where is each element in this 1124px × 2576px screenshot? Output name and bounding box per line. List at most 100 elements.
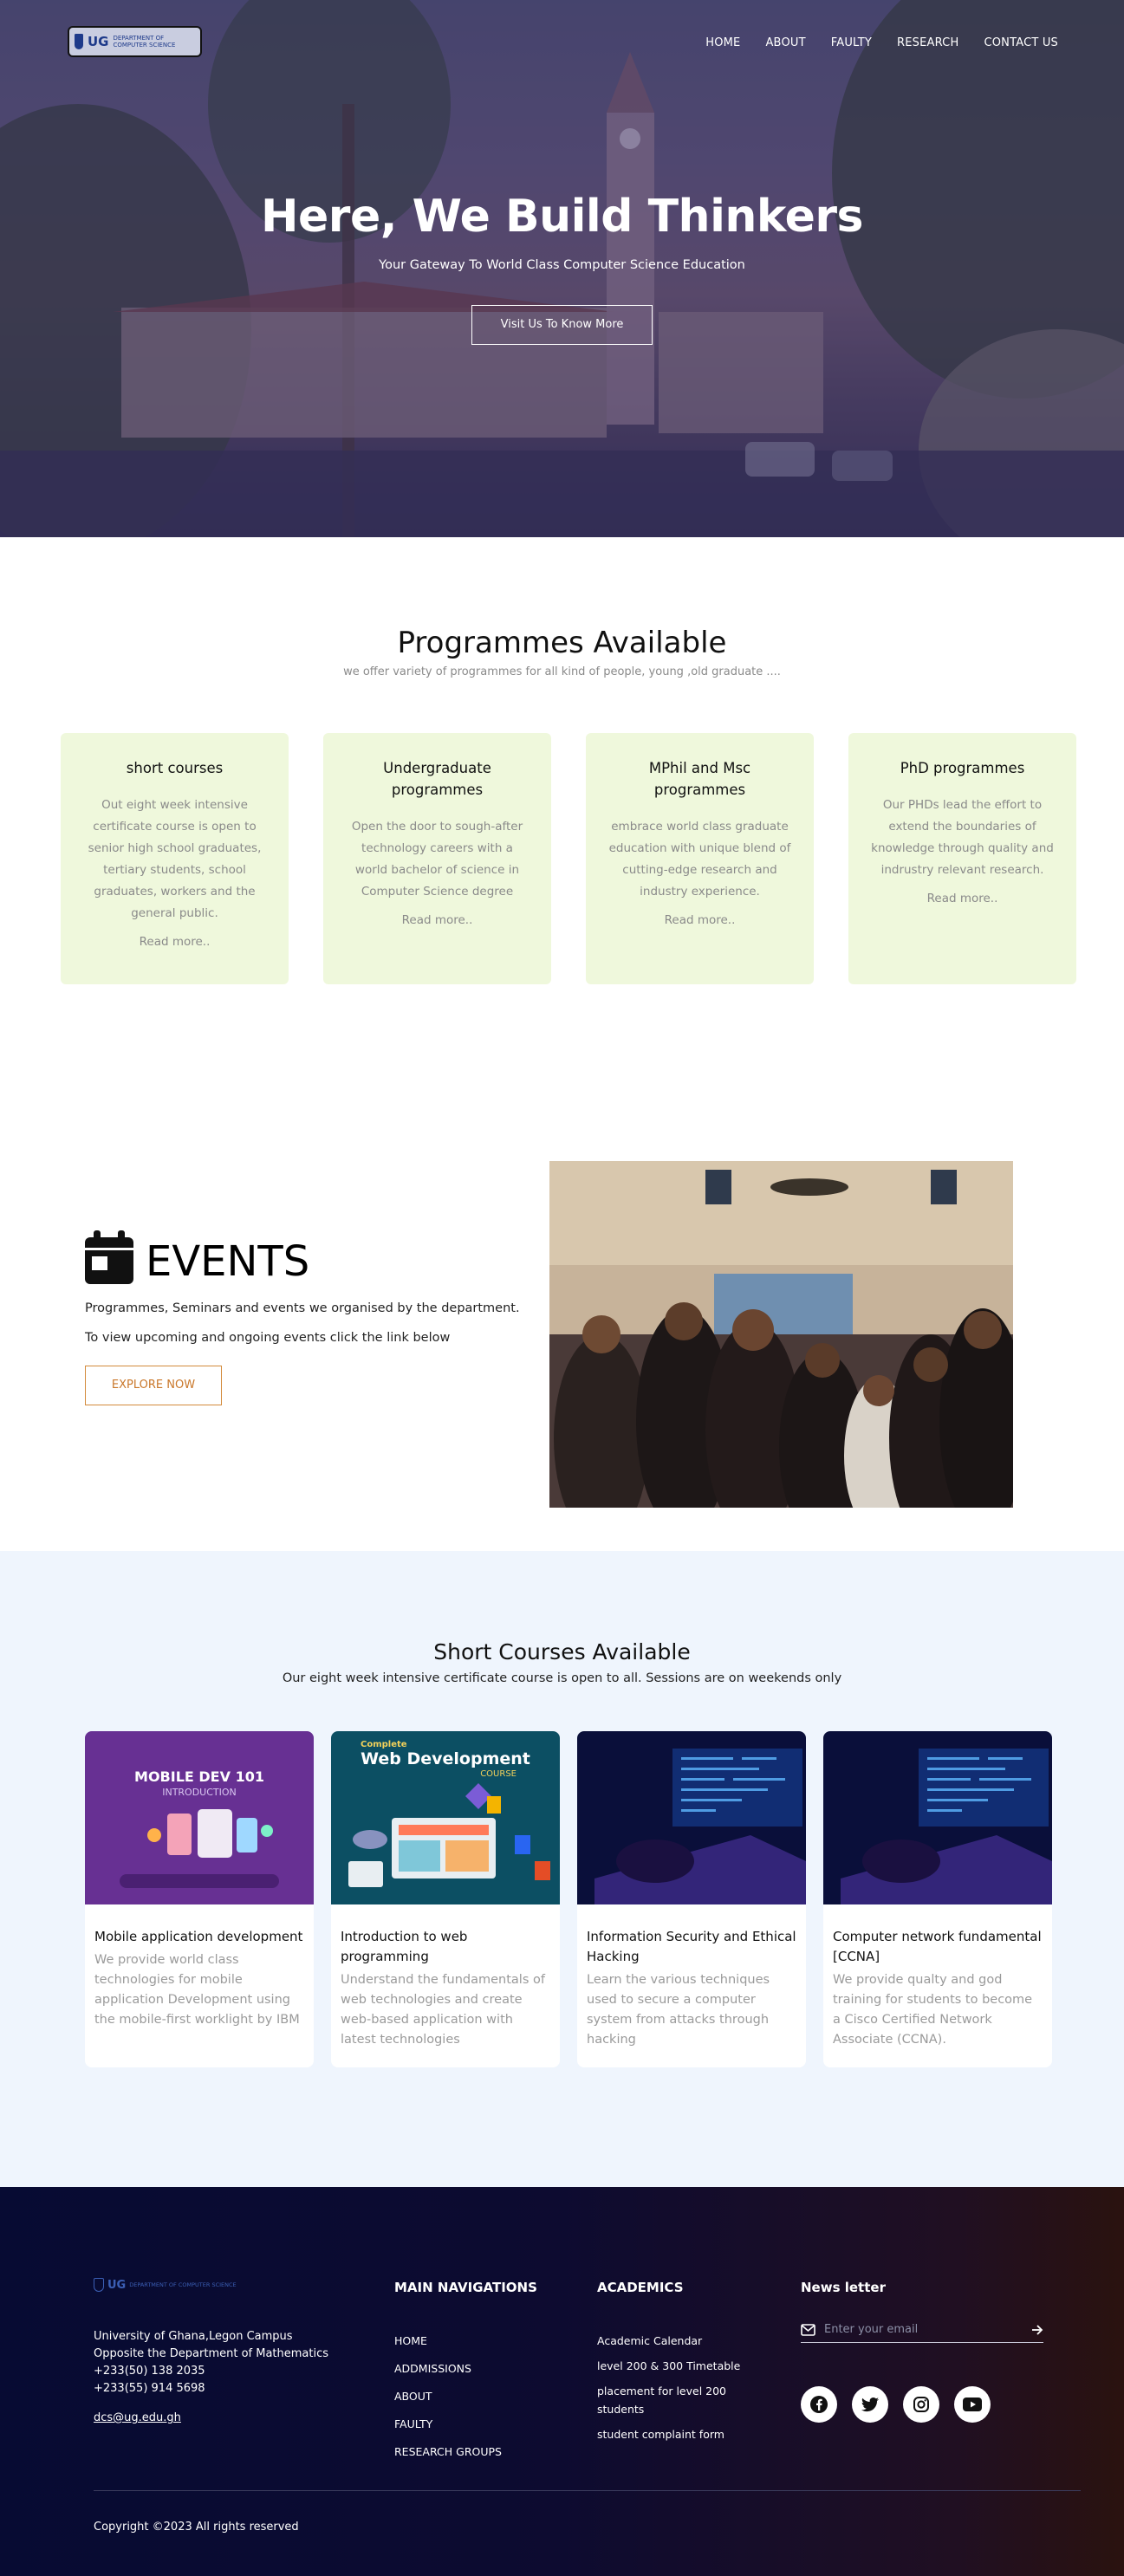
footer-logo-text: UG — [107, 2278, 127, 2292]
read-more-link[interactable]: Read more.. — [608, 913, 791, 927]
timetable-link[interactable]: level 200 & 300 Timetable — [597, 2359, 740, 2372]
thumb-title: Web Development — [361, 1749, 530, 1768]
programme-card-text: Out eight week intensive certificate cou… — [88, 798, 262, 920]
visit-us-button[interactable]: Visit Us To Know More — [471, 305, 653, 345]
course-title: Mobile application development — [94, 1929, 303, 1944]
programme-card-title: PhD programmes — [900, 760, 1025, 776]
programme-card-text: embrace world class graduate education w… — [608, 820, 791, 899]
footer-email-link[interactable]: dcs@ug.edu.gh — [94, 2411, 181, 2424]
events-heading: EVENTS — [85, 1230, 553, 1284]
mobile-dev-thumbnail: MOBILE DEV 101 INTRODUCTION — [85, 1731, 314, 1904]
twitter-icon[interactable] — [852, 2386, 888, 2423]
web-dev-thumbnail: Complete Web Development COURSE — [331, 1731, 560, 1904]
course-description: We provide world class technologies for … — [94, 1953, 300, 2027]
security-thumbnail — [577, 1731, 806, 1904]
read-more-link[interactable]: Read more.. — [83, 935, 266, 949]
events-title: EVENTS — [146, 1237, 310, 1286]
logo-text: UG — [87, 33, 109, 49]
read-more-link[interactable]: Read more.. — [346, 913, 529, 927]
events-instruction: To view upcoming and ongoing events clic… — [85, 1331, 451, 1345]
nav-menu: HOME ABOUT FAULTY RESEARCH CONTACT US — [705, 33, 1058, 49]
network-thumbnail — [823, 1731, 1052, 1904]
programme-card-mphil-msc: MPhil and Msc programmes embrace world c… — [586, 733, 814, 984]
logo-subtext: DEPARTMENT OF COMPUTER SCIENCE — [113, 34, 176, 49]
footer-home-link[interactable]: HOME — [394, 2334, 427, 2347]
footer-nav-title: MAIN NAVIGATIONS — [394, 2280, 537, 2295]
programmes-title: Programmes Available — [397, 626, 727, 660]
site-logo[interactable]: UG DEPARTMENT OF COMPUTER SCIENCE — [68, 25, 202, 57]
footer-academics-title: ACADEMICS — [597, 2280, 684, 2295]
nav-contact-link[interactable]: CONTACT US — [984, 36, 1058, 49]
phone-number: +233(55) 914 5698 — [94, 2382, 205, 2395]
thumb-subtitle: COURSE — [480, 1769, 517, 1779]
youtube-icon[interactable] — [954, 2386, 991, 2423]
course-card-ccna[interactable]: Computer network fundamental [CCNA] We p… — [823, 1731, 1052, 2067]
short-courses-title: Short Courses Available — [433, 1639, 691, 1664]
course-card-mobile[interactable]: MOBILE DEV 101 INTRODUCTION Mobile appli… — [85, 1731, 314, 2067]
address-line: Opposite the Department of Mathematics — [94, 2347, 329, 2360]
newsletter-form — [801, 2317, 1043, 2343]
programme-card-text: Open the door to sough-after technology … — [351, 820, 523, 899]
course-card-security[interactable]: Information Security and Ethical Hacking… — [577, 1731, 806, 2067]
programme-card-title: short courses — [126, 760, 224, 776]
events-section: EVENTS Programmes, Seminars and events w… — [0, 1161, 1124, 1551]
footer-about-link[interactable]: ABOUT — [394, 2390, 432, 2403]
nav-about-link[interactable]: ABOUT — [765, 36, 805, 49]
footer-admissions-link[interactable]: ADDMISSIONS — [394, 2362, 471, 2375]
course-card-web[interactable]: Complete Web Development COURSE Introduc… — [331, 1731, 560, 2067]
programme-card-phd: PhD programmes Our PHDs lead the effort … — [848, 733, 1076, 984]
footer-contact-column: UG DEPARTMENT OF COMPUTER SCIENCE Univer… — [94, 2278, 328, 2424]
footer-newsletter-column: News letter — [801, 2278, 1061, 2451]
newsletter-title: News letter — [801, 2280, 886, 2295]
explore-now-button[interactable]: EXPLORE NOW — [85, 1366, 222, 1405]
top-navigation: UG DEPARTMENT OF COMPUTER SCIENCE HOME A… — [0, 0, 1124, 82]
programme-card-undergraduate: Undergraduate programmes Open the door t… — [323, 733, 551, 984]
course-title: Introduction to web programming — [341, 1929, 468, 1964]
placement-link[interactable]: placement for level 200 students — [597, 2385, 726, 2416]
instagram-icon[interactable] — [903, 2386, 939, 2423]
thumb-kicker: Complete — [361, 1740, 407, 1749]
calendar-icon — [85, 1230, 133, 1284]
programme-card-title: MPhil and Msc programmes — [648, 760, 751, 798]
envelope-icon — [801, 2323, 815, 2336]
hero-content: Here, We Build Thinkers Your Gateway To … — [0, 191, 1124, 345]
events-text: EVENTS Programmes, Seminars and events w… — [85, 1230, 553, 1405]
short-courses-subtitle: Our eight week intensive certificate cou… — [282, 1671, 842, 1685]
events-photo — [549, 1161, 1013, 1508]
site-footer: UG DEPARTMENT OF COMPUTER SCIENCE Univer… — [0, 2187, 1124, 2576]
events-description: Programmes, Seminars and events we organ… — [85, 1301, 520, 1315]
footer-divider — [94, 2490, 1081, 2491]
footer-research-groups-link[interactable]: RESEARCH GROUPS — [394, 2445, 502, 2458]
social-links — [801, 2386, 991, 2423]
footer-address: University of Ghana,Legon Campus Opposit… — [94, 2328, 328, 2398]
course-title: Computer network fundamental [CCNA] — [833, 1929, 1042, 1964]
footer-nav-list: HOME ADDMISSIONS ABOUT FAULTY RESEARCH G… — [394, 2332, 537, 2459]
courses-grid: MOBILE DEV 101 INTRODUCTION Mobile appli… — [85, 1731, 1052, 2067]
ug-crest-icon — [75, 33, 83, 49]
footer-faculty-link[interactable]: FAULTY — [394, 2417, 432, 2430]
course-description: We provide qualty and god training for s… — [833, 1973, 1033, 2047]
nav-faculty-link[interactable]: FAULTY — [831, 36, 872, 49]
hero-subtitle: Your Gateway To World Class Computer Sci… — [379, 258, 745, 272]
arrow-right-icon[interactable] — [1031, 2324, 1043, 2335]
programme-card-title: Undergraduate programmes — [383, 760, 491, 798]
hero-section: UG DEPARTMENT OF COMPUTER SCIENCE HOME A… — [0, 0, 1124, 537]
nav-research-link[interactable]: RESEARCH — [897, 36, 958, 49]
ug-crest-icon — [94, 2278, 104, 2292]
academic-calendar-link[interactable]: Academic Calendar — [597, 2334, 702, 2347]
programmes-grid: short courses Out eight week intensive c… — [61, 733, 1124, 984]
thumb-subtitle: INTRODUCTION — [162, 1787, 237, 1798]
hero-title: Here, We Build Thinkers — [261, 191, 863, 243]
complaint-form-link[interactable]: student complaint form — [597, 2428, 724, 2441]
footer-logo-subtext: DEPARTMENT OF COMPUTER SCIENCE — [129, 2281, 237, 2288]
address-line: University of Ghana,Legon Campus — [94, 2330, 293, 2343]
course-description: Understand the fundamentals of web techn… — [341, 1973, 545, 2047]
facebook-icon[interactable] — [801, 2386, 837, 2423]
footer-navigation-column: MAIN NAVIGATIONS HOME ADDMISSIONS ABOUT … — [394, 2278, 537, 2470]
nav-home-link[interactable]: HOME — [705, 36, 740, 49]
thumb-title: MOBILE DEV 101 — [134, 1768, 264, 1785]
read-more-link[interactable]: Read more.. — [871, 892, 1054, 905]
course-description: Learn the various techniques used to sec… — [587, 1973, 770, 2047]
footer-logo[interactable]: UG DEPARTMENT OF COMPUTER SCIENCE — [94, 2278, 328, 2292]
newsletter-email-input[interactable] — [824, 2323, 1023, 2336]
